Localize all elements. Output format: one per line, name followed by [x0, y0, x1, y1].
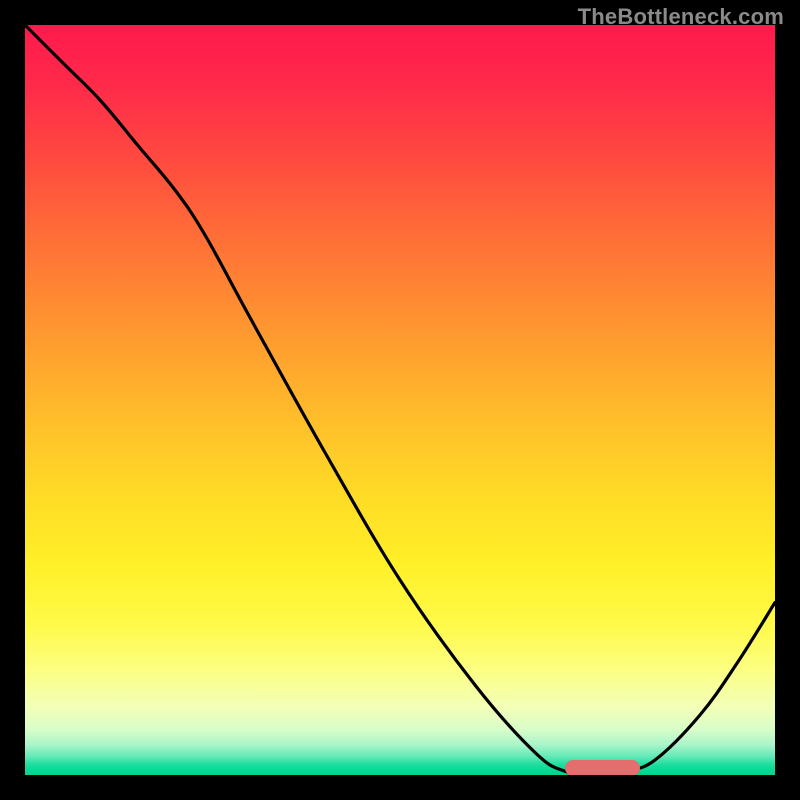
- optimal-region-marker: [565, 760, 640, 776]
- plot-area: [25, 25, 775, 775]
- watermark-text: TheBottleneck.com: [578, 4, 784, 30]
- bottleneck-curve: [25, 25, 775, 775]
- chart-container: TheBottleneck.com: [0, 0, 800, 800]
